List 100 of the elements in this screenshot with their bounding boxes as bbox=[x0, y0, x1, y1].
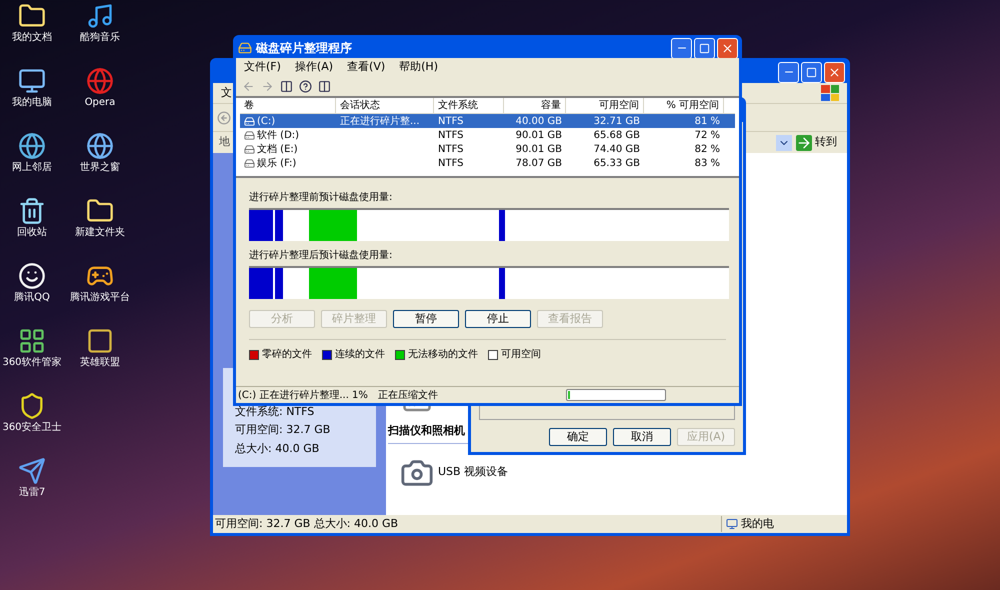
volume-row[interactable]: 娱乐 (F:) NTFS 78.07 GB 65.33 GB 83 % bbox=[240, 156, 735, 170]
table-cell-text: 正在进行碎片整... bbox=[340, 114, 420, 128]
window-title: 磁盘碎片整理程序 bbox=[256, 40, 352, 57]
network-icon[interactable] bbox=[18, 132, 46, 160]
computer-icon[interactable] bbox=[18, 67, 46, 95]
drive-icon bbox=[244, 158, 255, 168]
table-cell-text: 40.00 GB bbox=[516, 114, 562, 128]
go-button[interactable]: 转到 bbox=[796, 134, 841, 151]
app-icon bbox=[238, 41, 252, 55]
maximize-button[interactable] bbox=[694, 38, 715, 58]
close-button[interactable] bbox=[717, 38, 738, 58]
column-header[interactable]: 卷 bbox=[240, 98, 336, 113]
table-cell-text: 软件 (D:) bbox=[257, 128, 300, 142]
menu-item[interactable]: 帮助(H) bbox=[399, 58, 438, 76]
panel-icon[interactable] bbox=[280, 80, 293, 92]
desktop-icon-label[interactable]: 世界之窗 bbox=[80, 162, 120, 174]
column-header[interactable]: 容量 bbox=[504, 98, 566, 113]
address-dropdown[interactable] bbox=[776, 134, 792, 150]
table-cell-text: 78.07 GB bbox=[516, 156, 562, 170]
drive-icon bbox=[244, 144, 255, 154]
computer-icon bbox=[726, 518, 738, 530]
drive-icon bbox=[244, 116, 255, 126]
globe-icon[interactable] bbox=[86, 132, 114, 160]
maximize-button[interactable] bbox=[801, 62, 822, 82]
legend-label: 可用空间 bbox=[501, 348, 541, 362]
status-text: 可用空间: 32.7 GB 总大小: 40.0 GB bbox=[214, 516, 400, 532]
address-label: 地 bbox=[219, 134, 230, 150]
desktop-icon-label[interactable]: 360软件管家 bbox=[2, 357, 62, 369]
status-zone: 我的电 bbox=[741, 516, 774, 532]
table-cell-text: 83 % bbox=[694, 156, 720, 170]
arrow-right-icon bbox=[796, 134, 812, 150]
legend-label: 无法移动的文件 bbox=[408, 348, 478, 362]
desktop-icon-label[interactable]: 腾讯QQ bbox=[14, 292, 50, 304]
detail-text: 可用空间: 32.7 GB bbox=[235, 422, 332, 438]
desktop-icon-label[interactable]: 迅雷7 bbox=[18, 487, 46, 499]
close-icon bbox=[828, 66, 841, 78]
status-text: 正在压缩文件 bbox=[378, 388, 438, 402]
table-cell-text: 90.01 GB bbox=[516, 142, 562, 156]
table-cell-text: 65.68 GB bbox=[594, 128, 640, 142]
music-icon[interactable] bbox=[86, 2, 114, 30]
help-icon[interactable] bbox=[299, 80, 312, 92]
column-header[interactable]: 会话状态 bbox=[336, 98, 434, 113]
table-cell-text: 90.01 GB bbox=[516, 128, 562, 142]
desktop-icon-label[interactable]: 英雄联盟 bbox=[80, 357, 120, 369]
legend-label: 连续的文件 bbox=[335, 348, 385, 362]
table-cell-text: 74.40 GB bbox=[594, 142, 640, 156]
desktop-icon-label[interactable]: 我的电脑 bbox=[12, 97, 52, 109]
maximize-icon bbox=[699, 42, 710, 54]
detail-text: 文件系统: NTFS bbox=[235, 404, 316, 420]
column-header[interactable]: % 可用空间 bbox=[644, 98, 724, 113]
disk-map-label: 进行碎片整理前预计磁盘使用量: bbox=[249, 190, 394, 205]
table-cell-text: (C:) bbox=[257, 114, 276, 128]
column-header[interactable]: 文件系统 bbox=[434, 98, 504, 113]
desktop-icon-label[interactable]: 我的文档 bbox=[12, 32, 52, 44]
volume-row[interactable]: 文档 (E:) NTFS 90.01 GB 74.40 GB 82 % bbox=[240, 142, 735, 156]
table-cell-text: NTFS bbox=[438, 128, 464, 142]
detail-text: 总大小: 40.0 GB bbox=[235, 440, 320, 456]
table-cell-text: 72 % bbox=[694, 128, 720, 142]
close-icon bbox=[721, 42, 734, 54]
table-cell-text: 娱乐 (F:) bbox=[257, 156, 296, 170]
table-cell-text: NTFS bbox=[438, 114, 464, 128]
table-cell-text: 82 % bbox=[694, 142, 720, 156]
recycle-bin-icon[interactable] bbox=[18, 197, 46, 225]
panel-icon[interactable] bbox=[318, 80, 331, 92]
globe-icon[interactable] bbox=[86, 67, 114, 95]
dialog-button[interactable]: 暂停 bbox=[393, 310, 459, 328]
maximize-icon bbox=[806, 66, 817, 78]
table-cell-text: 81 % bbox=[694, 114, 720, 128]
disk-map-label: 进行碎片整理后预计磁盘使用量: bbox=[249, 248, 394, 263]
device-label[interactable]: USB 视频设备 bbox=[438, 464, 508, 481]
windows-logo-icon bbox=[821, 85, 839, 101]
desktop-icon-label[interactable]: 酷狗音乐 bbox=[80, 32, 120, 44]
column-header[interactable]: 可用空间 bbox=[566, 98, 644, 113]
table-cell-text: NTFS bbox=[438, 156, 464, 170]
dialog-button[interactable]: 停止 bbox=[465, 310, 531, 328]
desktop-icon-label[interactable]: 360安全卫士 bbox=[2, 422, 62, 434]
table-cell-text: 文档 (E:) bbox=[257, 142, 298, 156]
desktop-icon-label[interactable]: 腾讯游戏平台 bbox=[70, 292, 130, 304]
desktop-icon-label[interactable]: Opera bbox=[84, 97, 116, 109]
dialog-button[interactable]: 确定 bbox=[549, 428, 607, 446]
volume-row[interactable]: 软件 (D:) NTFS 90.01 GB 65.68 GB 72 % bbox=[240, 128, 735, 142]
desktop-icon-label[interactable]: 网上邻居 bbox=[12, 162, 52, 174]
menu-item[interactable]: 操作(A) bbox=[294, 58, 334, 76]
dialog-button[interactable]: 取消 bbox=[613, 428, 671, 446]
table-cell-text: NTFS bbox=[438, 142, 464, 156]
legend-label: 零碎的文件 bbox=[262, 348, 312, 362]
close-button[interactable] bbox=[824, 62, 845, 82]
desktop-icon-label[interactable]: 新建文件夹 bbox=[75, 227, 125, 239]
minimize-button[interactable] bbox=[671, 38, 692, 58]
minimize-button[interactable] bbox=[778, 62, 799, 82]
bird-icon[interactable] bbox=[18, 457, 46, 485]
menu-item[interactable]: 文件(F) bbox=[244, 58, 281, 76]
desktop-icon-label[interactable]: 回收站 bbox=[17, 227, 47, 239]
menu-item[interactable]: 查看(V) bbox=[347, 58, 386, 76]
volume-row[interactable]: (C:) 正在进行碎片整... NTFS 40.00 GB 32.71 GB 81 % bbox=[240, 114, 735, 128]
table-cell-text: 65.33 GB bbox=[594, 156, 640, 170]
drive-icon bbox=[244, 130, 255, 140]
menu-item[interactable]: 文 bbox=[221, 84, 232, 102]
status-text: (C:) 正在进行碎片整理... 1% bbox=[238, 388, 368, 402]
grid-icon[interactable] bbox=[18, 327, 46, 355]
